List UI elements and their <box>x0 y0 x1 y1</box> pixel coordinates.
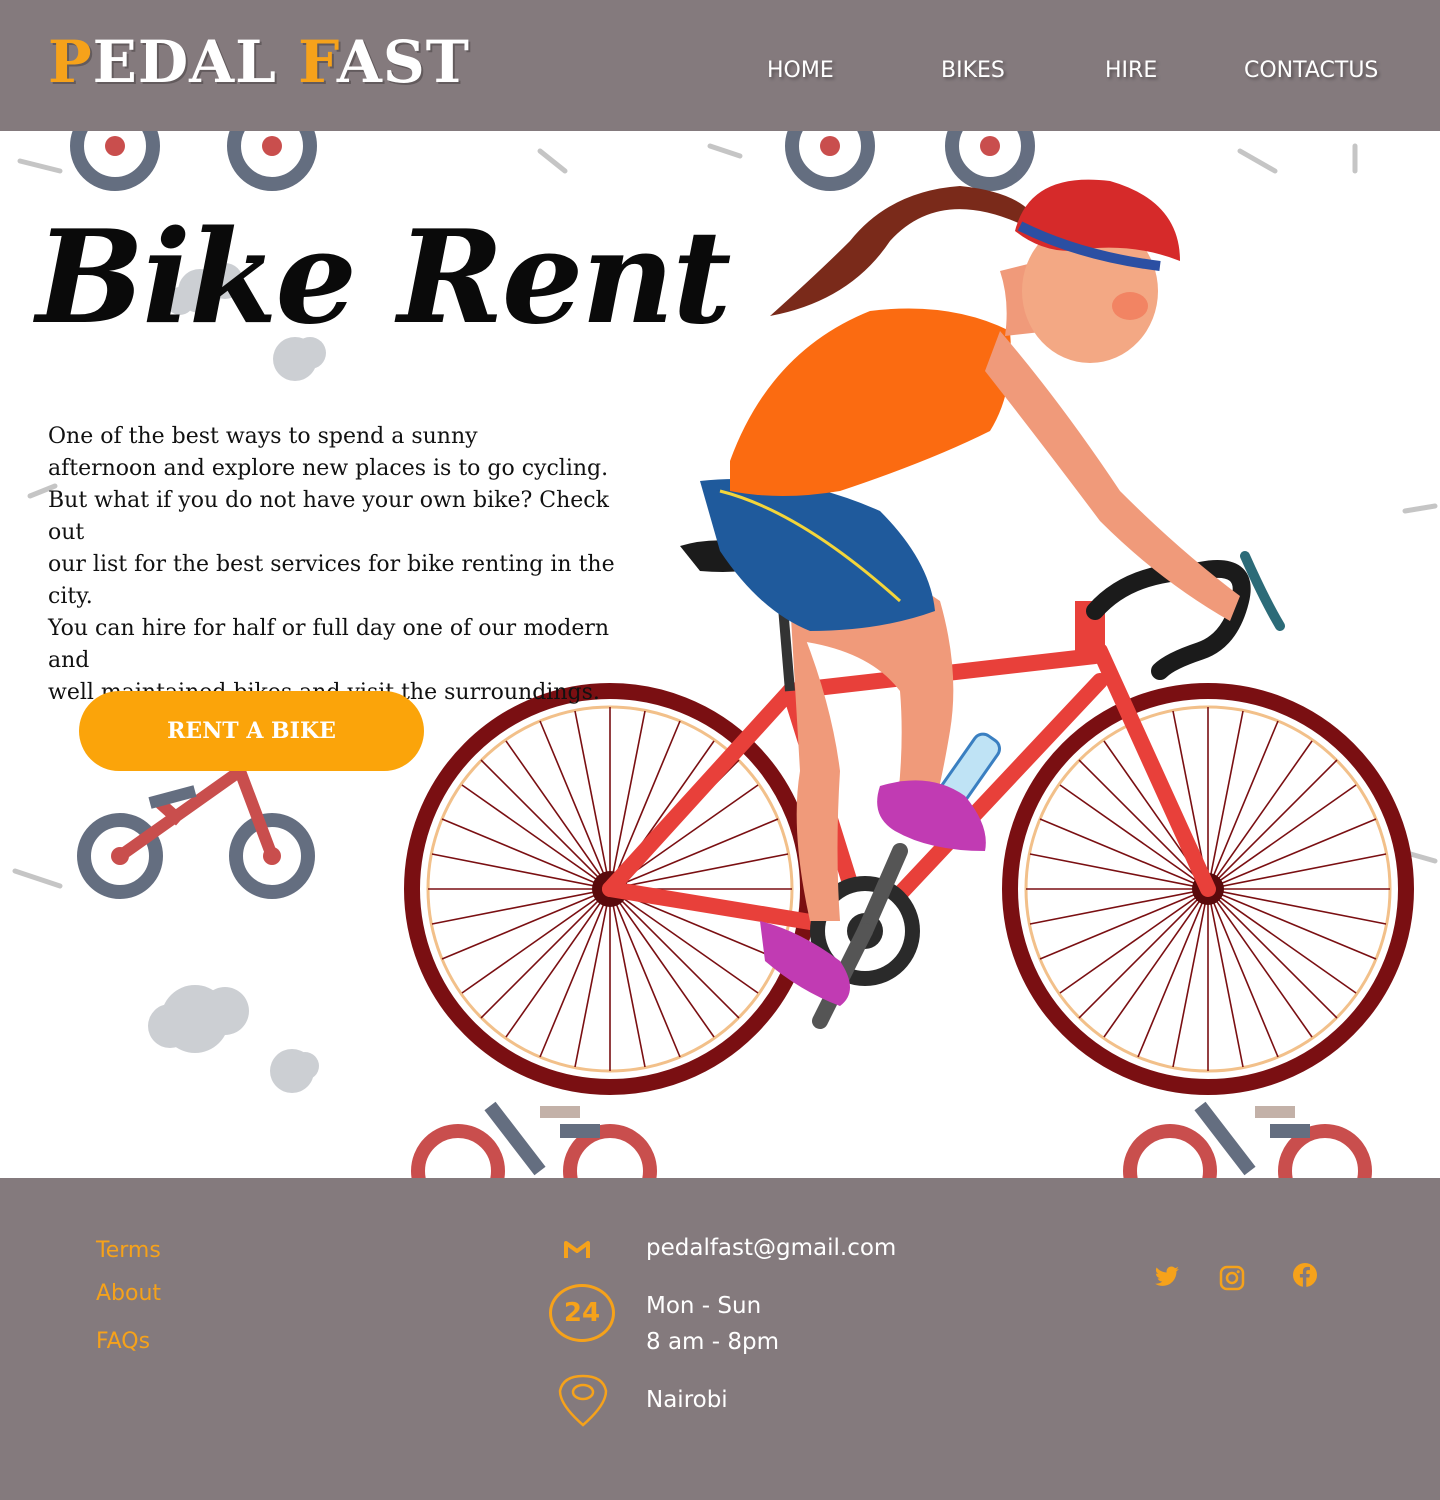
logo-text-ast: AST <box>336 28 470 96</box>
hero-title: Bike Rent <box>36 203 731 353</box>
24-hours-icon-text: 24 <box>563 1298 601 1328</box>
logo-letter-f: F <box>298 28 337 96</box>
logo[interactable]: PEDAL FAST <box>48 24 470 100</box>
logo-text-edal: EDAL <box>92 28 299 96</box>
facebook-icon[interactable] <box>1292 1262 1318 1288</box>
hero-description: One of the best ways to spend a sunny af… <box>48 424 615 705</box>
site-footer: Terms About FAQs pedalfast@gmail.com 24 … <box>0 1178 1440 1500</box>
location-pin-icon <box>558 1374 608 1427</box>
instagram-icon[interactable] <box>1219 1265 1245 1291</box>
logo-letter-p: P <box>48 28 93 96</box>
footer-link-terms[interactable]: Terms <box>96 1238 161 1263</box>
contact-location: Nairobi <box>646 1387 728 1413</box>
nav-home[interactable]: HOME <box>767 58 834 83</box>
nav-hire[interactable]: HIRE <box>1105 58 1157 83</box>
gmail-icon <box>564 1241 590 1258</box>
twitter-icon[interactable] <box>1154 1266 1180 1288</box>
site-header: PEDAL FAST HOME BIKES HIRE CONTACTUS <box>0 0 1440 131</box>
24-hours-icon: 24 <box>549 1284 615 1342</box>
nav-contactus[interactable]: CONTACTUS <box>1244 58 1378 83</box>
nav-bikes[interactable]: BIKES <box>941 58 1005 83</box>
footer-link-faqs[interactable]: FAQs <box>96 1329 150 1354</box>
footer-link-about[interactable]: About <box>96 1281 161 1306</box>
rent-a-bike-button[interactable]: RENT A BIKE <box>79 691 424 771</box>
hero-section: Bike Rent One of the best ways to spend … <box>0 131 1440 1178</box>
opening-hours: Mon - Sun 8 am - 8pm <box>646 1293 780 1355</box>
contact-email: pedalfast@gmail.com <box>646 1235 897 1261</box>
